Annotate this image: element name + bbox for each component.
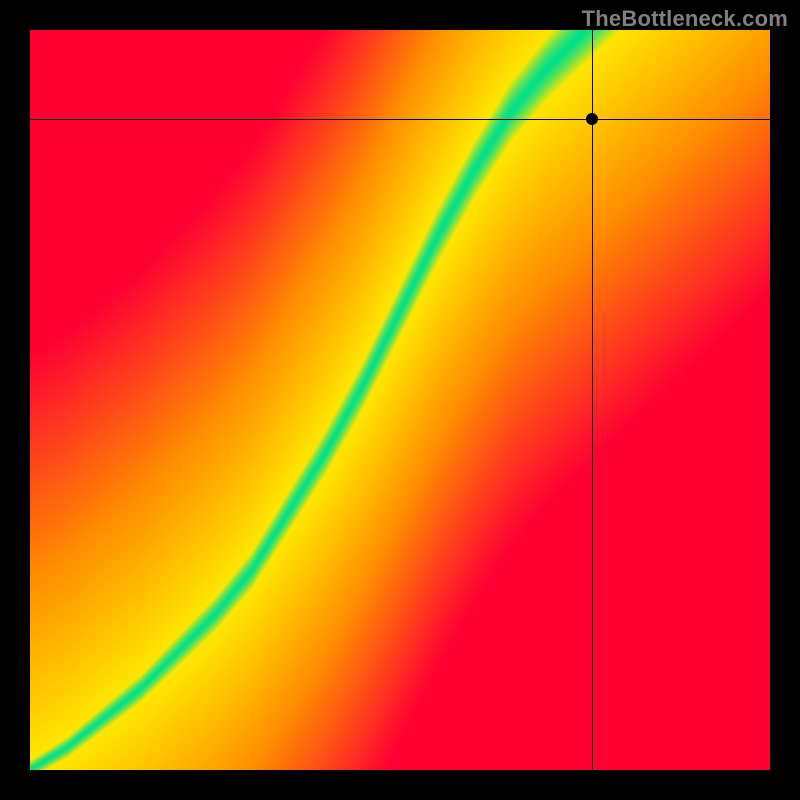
- selection-marker: [586, 113, 598, 125]
- chart-frame: TheBottleneck.com: [0, 0, 800, 800]
- heatmap-canvas: [30, 30, 770, 770]
- watermark-text: TheBottleneck.com: [582, 6, 788, 32]
- plot-area: [30, 30, 770, 770]
- crosshair-horizontal: [30, 119, 770, 120]
- crosshair-vertical: [592, 30, 593, 770]
